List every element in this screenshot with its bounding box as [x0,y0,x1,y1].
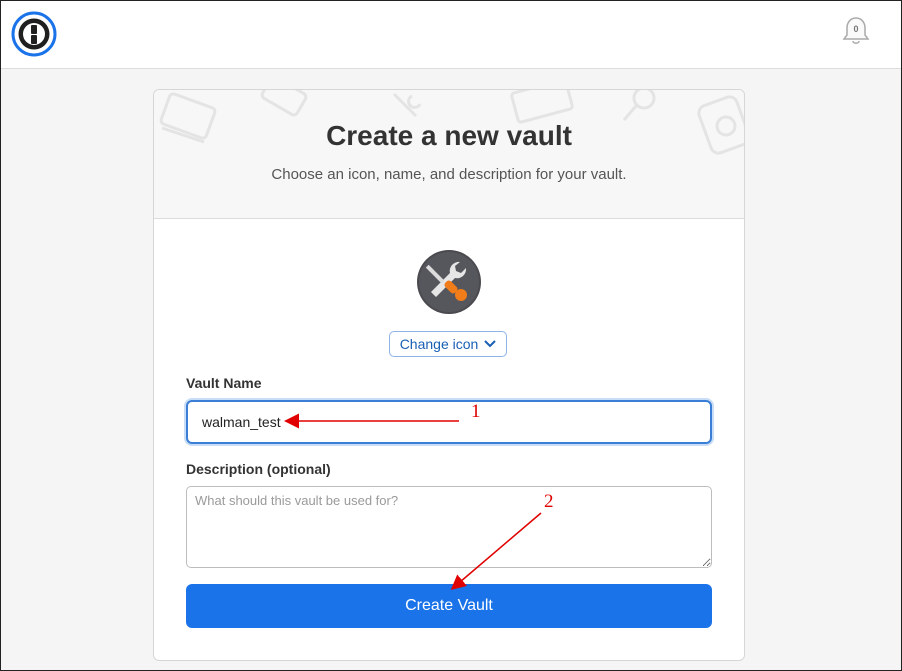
page-title: Create a new vault [326,120,572,151]
description-label: Description (optional) [186,461,331,477]
notifications-count: 0 [853,24,859,34]
chevron-down-icon [484,340,497,348]
description-textarea[interactable] [186,486,712,568]
page-subtitle: Choose an icon, name, and description fo… [271,166,627,183]
header-decoration-icon [159,90,744,155]
notifications-bell-icon[interactable]: 0 [841,15,871,47]
card-header: Create a new vault Choose an icon, name,… [154,90,744,219]
vault-name-label: Vault Name [186,375,262,391]
annotation-step-2: 2 [544,491,554,512]
tools-icon[interactable] [417,250,481,314]
annotation-step-1: 1 [471,401,481,422]
change-icon-label: Change icon [399,336,479,352]
app-logo-icon[interactable] [11,11,57,57]
app-window: 0 Create a new vault Choose an icon, nam [0,0,902,671]
create-vault-button[interactable]: Create Vault [186,584,712,628]
vault-name-input[interactable] [186,400,712,444]
create-vault-card: Create a new vault Choose an icon, name,… [153,89,745,661]
top-bar: 0 [1,1,901,69]
change-icon-button[interactable]: Change icon [389,331,507,357]
